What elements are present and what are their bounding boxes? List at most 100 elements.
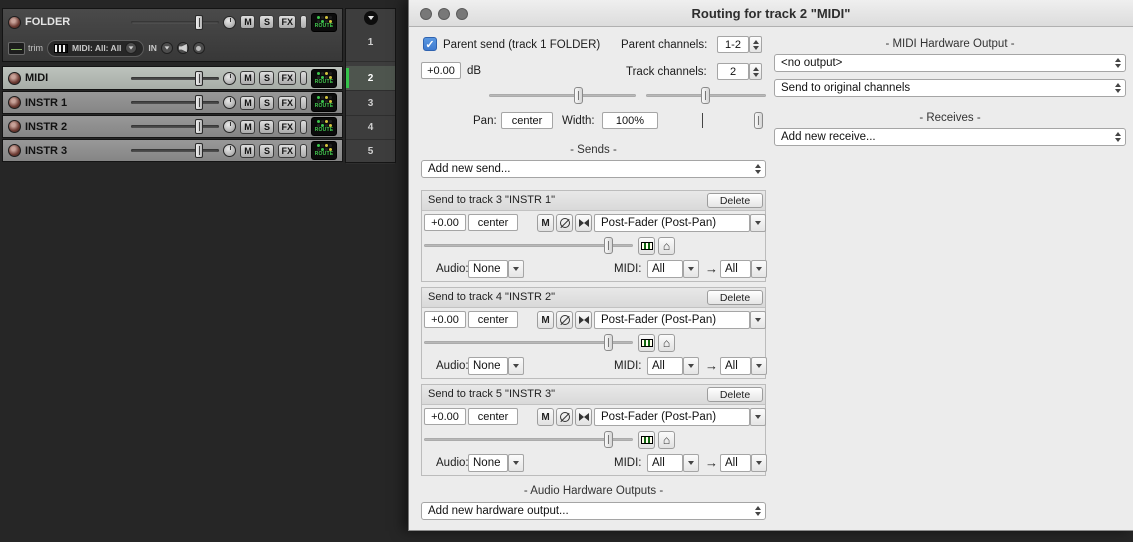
add-send-dropdown[interactable]: Add new send... [421,160,766,178]
send-home-button[interactable]: ⌂ [658,334,675,352]
send-mode-dropdown[interactable]: Post-Fader (Post-Pan) [594,214,750,232]
track-name[interactable]: FOLDER [25,16,70,28]
solo-button[interactable]: S [259,15,275,29]
volume-fader[interactable] [131,14,220,30]
parent-pan-slider[interactable] [646,87,766,104]
audio-chevron[interactable] [508,260,524,278]
track-name[interactable]: INSTR 2 [25,121,67,133]
send-mode-dropdown[interactable]: Post-Fader (Post-Pan) [594,311,750,329]
pan-field[interactable] [501,112,553,129]
send-phase-button[interactable] [556,214,573,232]
pan-knob[interactable] [223,120,237,133]
send-midi-dest-dropdown[interactable]: All [720,454,751,472]
pan-knob[interactable] [223,96,237,109]
record-arm-icon[interactable] [8,144,21,157]
mute-button[interactable]: M [240,95,256,110]
fx-bypass-button[interactable] [300,95,307,110]
slider-handle[interactable] [754,112,764,129]
slider-handle[interactable] [603,237,613,254]
fader-handle[interactable] [194,143,203,158]
input-selector[interactable]: MIDI: All: All [47,39,145,57]
slider-handle[interactable] [603,431,613,448]
parent-send-checkbox[interactable]: ✓ [423,37,437,51]
send-pan-field[interactable] [468,311,518,328]
send-mode-dropdown[interactable]: Post-Fader (Post-Pan) [594,408,750,426]
width-slider[interactable] [667,112,766,129]
parent-volume-slider[interactable] [489,87,636,104]
track-channels-value[interactable] [717,63,749,80]
midi-dest-chevron[interactable] [751,260,767,278]
send-audio-dropdown[interactable]: None [468,357,508,375]
midi-src-chevron[interactable] [683,454,699,472]
midi-dest-chevron[interactable] [751,454,767,472]
send-volume-field[interactable] [424,214,466,231]
route-button[interactable]: ROUTE [311,141,337,160]
fx-bypass-button[interactable] [300,143,307,158]
fx-bypass-button[interactable] [300,71,307,85]
send-midi-src-dropdown[interactable]: All [647,260,683,278]
send-midi-dest-dropdown[interactable]: All [720,260,751,278]
track-number[interactable]: 1 [346,9,395,62]
send-midi-src-dropdown[interactable]: All [647,454,683,472]
send-midi-button[interactable] [638,334,655,352]
monitor-button[interactable] [176,42,189,54]
send-mute-button[interactable]: M [537,408,554,426]
record-arm-icon[interactable] [8,71,21,85]
track-number[interactable]: 3 [346,92,395,116]
send-mode-chevron[interactable] [750,214,766,232]
parent-volume-field[interactable] [421,62,461,79]
solo-button[interactable]: S [259,143,275,158]
fx-button[interactable]: FX [278,143,296,158]
send-home-button[interactable]: ⌂ [658,431,675,449]
solo-button[interactable]: S [259,71,275,85]
send-volume-slider[interactable] [424,334,633,351]
trim-envelope-button[interactable]: trim [8,41,43,55]
send-midi-dest-dropdown[interactable]: All [720,357,751,375]
parent-channels-stepper[interactable] [749,36,762,53]
route-button[interactable]: ROUTE [311,117,337,136]
track-folder[interactable]: FOLDER M S FX ROUTE trim MIDI: All: All … [2,8,343,62]
send-volume-field[interactable] [424,311,466,328]
solo-button[interactable]: S [259,95,275,110]
audio-chevron[interactable] [508,357,524,375]
send-mode-chevron[interactable] [750,311,766,329]
slider-handle[interactable] [701,87,711,104]
pan-knob[interactable] [223,144,237,157]
midi-src-chevron[interactable] [683,260,699,278]
fader-handle[interactable] [194,70,203,86]
add-receive-dropdown[interactable]: Add new receive... [774,128,1126,146]
record-mode-button[interactable] [192,42,205,54]
midi-output-dropdown[interactable]: <no output> [774,54,1126,72]
track-instr2[interactable]: INSTR 2 M S FX ROUTE [2,115,343,138]
track-name[interactable]: INSTR 3 [25,145,67,157]
mute-button[interactable]: M [240,143,256,158]
pan-knob[interactable] [223,71,237,85]
send-mono-button[interactable] [575,311,592,329]
fx-bypass-button[interactable] [300,119,307,134]
solo-button[interactable]: S [259,119,275,134]
fx-button[interactable]: FX [278,95,296,110]
send-midi-button[interactable] [638,237,655,255]
slider-handle[interactable] [574,87,584,104]
send-volume-slider[interactable] [424,431,633,448]
route-button[interactable]: ROUTE [311,12,337,32]
send-pan-field[interactable] [468,214,518,231]
slider-handle[interactable] [603,334,613,351]
fx-button[interactable]: FX [278,15,296,29]
midi-dest-chevron[interactable] [751,357,767,375]
fader-handle[interactable] [194,119,203,134]
route-button[interactable]: ROUTE [311,68,337,88]
track-instr3[interactable]: INSTR 3 M S FX ROUTE [2,139,343,162]
send-mute-button[interactable]: M [537,214,554,232]
in-dropdown-icon[interactable] [160,42,173,54]
volume-fader[interactable] [131,95,220,110]
fx-bypass-button[interactable] [300,15,307,29]
send-mono-button[interactable] [575,214,592,232]
midi-src-chevron[interactable] [683,357,699,375]
record-arm-icon[interactable] [8,120,21,133]
track-name[interactable]: MIDI [25,72,48,84]
track-channels-stepper[interactable] [749,63,762,80]
audio-chevron[interactable] [508,454,524,472]
track-name[interactable]: INSTR 1 [25,97,67,109]
mute-button[interactable]: M [240,15,256,29]
